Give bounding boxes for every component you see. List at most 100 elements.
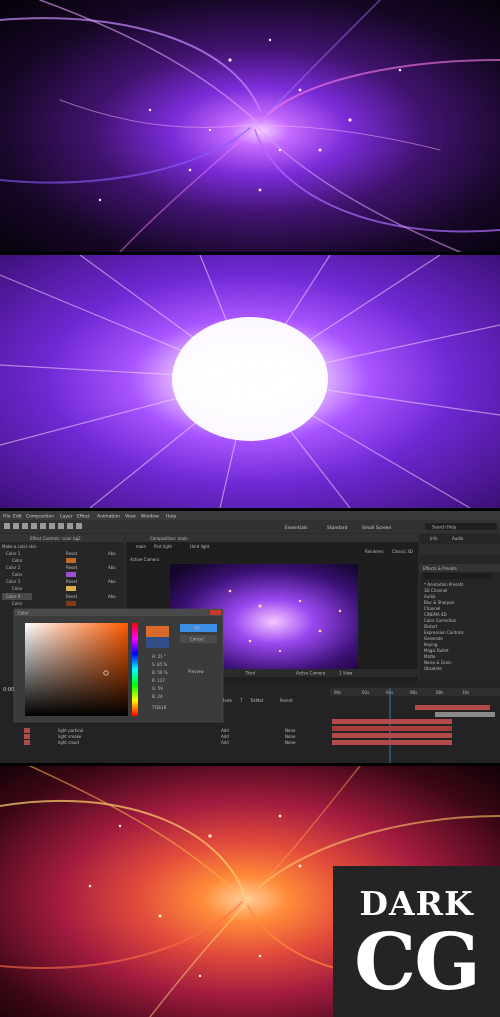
effects-item[interactable]: Color Correction [424, 618, 457, 623]
layer-mode[interactable]: Add [221, 740, 229, 745]
color-picker-dialog: Color OK Cancel Preview H: 21 ° S: 85 % … [13, 608, 224, 723]
workspace-small-screen[interactable]: Small Screen [362, 525, 392, 531]
menu-file[interactable]: File [3, 514, 11, 520]
menu-animation[interactable]: Animation [97, 514, 120, 520]
effects-item[interactable]: Matte [424, 654, 436, 659]
effect-row: Color [12, 558, 23, 563]
watermark-logo: DARK CG [333, 866, 500, 1017]
close-icon[interactable] [210, 610, 221, 615]
menu-help[interactable]: Help [166, 514, 176, 520]
hsb-field[interactable]: B: 50 % [152, 670, 168, 675]
comp-tab-first-light[interactable]: first light [154, 544, 172, 549]
info-tab[interactable]: Info [430, 536, 438, 541]
effect-row[interactable]: Color 2 [6, 565, 21, 570]
after-effects-screenshot: File Edit Composition Layer Effect Anima… [0, 511, 500, 763]
layer-parent[interactable]: None [285, 728, 296, 733]
preview-checkbox-label[interactable]: Preview [188, 669, 204, 674]
layer-name[interactable]: light particul [58, 728, 83, 733]
effect-controls-title: Effect Controls: color bg2 [30, 536, 81, 541]
menu-view[interactable]: View [125, 514, 136, 520]
workspace-standard[interactable]: Standard [327, 525, 348, 531]
effects-item[interactable]: Expression Controls [424, 630, 464, 635]
watermark-line2: CG [354, 917, 481, 1008]
burst-rays [0, 255, 500, 508]
ruler-mark: 06s [410, 690, 417, 695]
effect-about[interactable]: Abo [108, 551, 116, 556]
new-color-swatch [146, 626, 169, 637]
timeline-col-trkmat: TrkMat [249, 698, 264, 703]
ruler-mark: 00s [334, 690, 341, 695]
viewer-bottom-views[interactable]: 1 View [339, 671, 353, 676]
ae-ui: File Edit Composition Layer Effect Anima… [0, 511, 500, 763]
old-color-swatch [146, 637, 169, 648]
timeline-col-parent: Parent [280, 698, 293, 703]
effects-item[interactable]: Channel [424, 606, 440, 611]
effects-item[interactable]: Magic Bullet [424, 648, 449, 653]
menu-window[interactable]: Window [141, 514, 159, 520]
effect-row[interactable]: Color 1 [6, 551, 21, 556]
effect-row: Color [12, 601, 23, 606]
layer-name[interactable]: light cloud [58, 740, 79, 745]
effect-about[interactable]: Abo [108, 594, 116, 599]
search-help-input[interactable]: Search Help [432, 525, 457, 530]
effects-item[interactable]: Keying [424, 642, 438, 647]
ruler-mark: 08s [436, 690, 443, 695]
menu-edit[interactable]: Edit [13, 514, 22, 520]
effects-item[interactable]: Noise & Grain [424, 660, 452, 665]
ruler-mark: 04s [386, 690, 393, 695]
color-dialog-title: Color [18, 611, 29, 616]
audio-tab[interactable]: Audio [452, 536, 464, 541]
rgb-field[interactable]: B: 24 [152, 694, 163, 699]
layer-parent[interactable]: None [285, 740, 296, 745]
effect-row: Color [12, 572, 23, 577]
layer-name[interactable]: light smoke [58, 734, 82, 739]
ae-menu-bar: File Edit Composition Layer Effect Anima… [3, 514, 176, 520]
hue-slider[interactable] [132, 623, 138, 716]
cancel-label: Cancel [190, 637, 204, 642]
layer-parent[interactable]: None [285, 734, 296, 739]
ruler-mark: 10s [462, 690, 469, 695]
rgb-field[interactable]: G: 59 [152, 686, 163, 691]
effect-reset[interactable]: Reset [66, 579, 78, 584]
effects-item[interactable]: Generate [424, 636, 443, 641]
effect-row[interactable]: Color 4 [6, 594, 21, 599]
viewer-bottom-third[interactable]: Third [244, 671, 256, 676]
effect-row[interactable]: Color 3 [6, 579, 21, 584]
effects-item[interactable]: CINEMA 4D [424, 612, 447, 617]
timeline-col-t: T [239, 698, 243, 703]
ok-label: OK [194, 626, 200, 631]
menu-composition[interactable]: Composition [26, 514, 54, 520]
viewer-bottom-camera[interactable]: Active Camera [296, 671, 326, 676]
hsb-field[interactable]: H: 21 ° [152, 654, 166, 659]
layer-mode[interactable]: Add [221, 734, 229, 739]
effect-reset[interactable]: Reset [66, 551, 78, 556]
hsb-field[interactable]: S: 85 % [152, 662, 168, 667]
effect-row: Make a color skin [2, 544, 37, 549]
purple-burst-image [0, 255, 500, 508]
effects-item[interactable]: Obsolete [424, 666, 442, 671]
effect-about[interactable]: Abo [108, 565, 116, 570]
effect-reset[interactable]: Reset [66, 594, 78, 599]
effects-item[interactable]: Audio [424, 594, 436, 599]
comp-tab-third-light[interactable]: third light [190, 544, 210, 549]
effects-item[interactable]: * Animation Presets [424, 582, 464, 587]
menu-layer[interactable]: Layer [60, 514, 73, 520]
effect-row: Color [12, 586, 23, 591]
effects-item[interactable]: 3D Channel [424, 588, 447, 593]
effects-presets-title: Effects & Presets [423, 566, 457, 571]
effects-item[interactable]: Distort [424, 624, 438, 629]
layer-mode[interactable]: Add [221, 728, 229, 733]
effect-reset[interactable]: Reset [66, 565, 78, 570]
composition-title: Composition: main [150, 536, 188, 541]
rgb-field[interactable]: R: 127 [152, 678, 165, 683]
purple-swirl-image [0, 0, 500, 252]
viewer-active-camera: Active Camera [130, 557, 160, 562]
effects-item[interactable]: Blur & Sharpen [424, 600, 455, 605]
renderer-value[interactable]: Classic 3D [392, 549, 413, 554]
effect-about[interactable]: Abo [108, 579, 116, 584]
hex-field[interactable]: 7f3b18 [152, 705, 167, 710]
menu-effect[interactable]: Effect [77, 514, 90, 520]
comp-tab-main[interactable]: main [136, 544, 146, 549]
renderer-label: Renderer: [365, 549, 385, 554]
workspace-essentials[interactable]: Essentials [285, 525, 308, 531]
